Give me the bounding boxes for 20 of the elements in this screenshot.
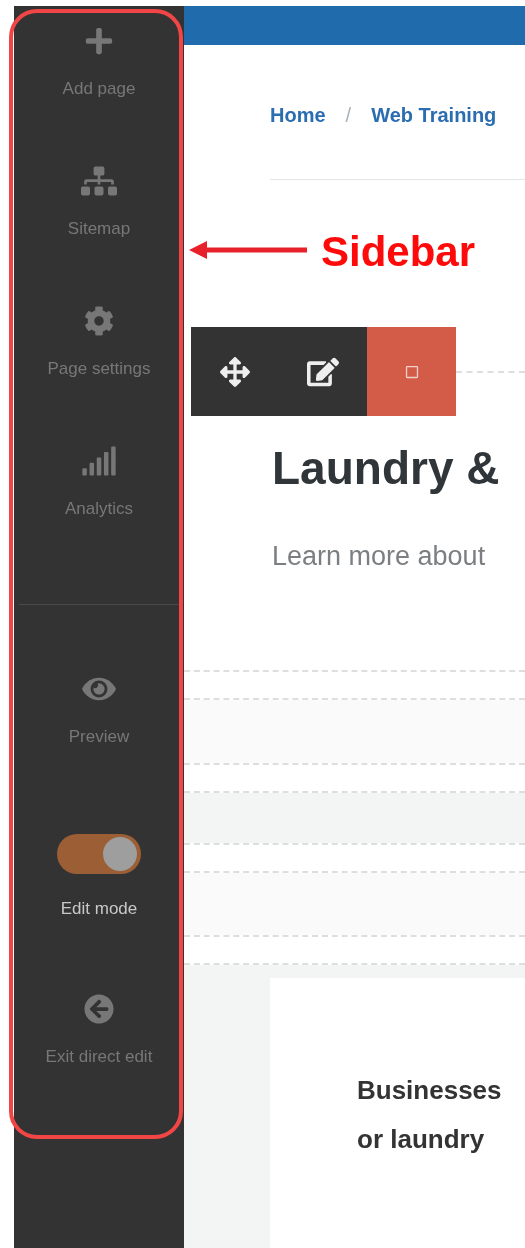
breadcrumb-separator: / bbox=[345, 103, 352, 128]
sidebar-item[interactable]: Add page bbox=[62, 76, 136, 102]
sitemap-icon[interactable] bbox=[81, 166, 117, 196]
edit-icon bbox=[307, 356, 339, 387]
page-title: Laundry & bbox=[272, 441, 501, 496]
sidebar-item[interactable]: Preview bbox=[68, 724, 130, 750]
annotation-label: Sidebar bbox=[321, 227, 476, 277]
toggle-label: Edit mode bbox=[60, 898, 138, 920]
edit-mode-toggle[interactable] bbox=[57, 834, 141, 874]
breadcrumb-link[interactable]: Home bbox=[270, 100, 326, 130]
move-icon bbox=[220, 356, 250, 387]
bar-chart-icon[interactable] bbox=[81, 446, 117, 476]
page-subtitle: Learn more about bbox=[272, 540, 487, 573]
sidebar-item[interactable]: Sitemap bbox=[67, 216, 131, 242]
card-text: Businesses bbox=[357, 1074, 503, 1107]
sidebar-item[interactable]: Analytics bbox=[65, 496, 133, 522]
card-text: or laundry bbox=[357, 1123, 486, 1156]
breadcrumb-link[interactable]: Web Training bbox=[371, 100, 497, 130]
sidebar-item[interactable]: Page settings bbox=[47, 356, 151, 382]
sidebar-item[interactable]: Exit direct edit bbox=[45, 1044, 153, 1070]
